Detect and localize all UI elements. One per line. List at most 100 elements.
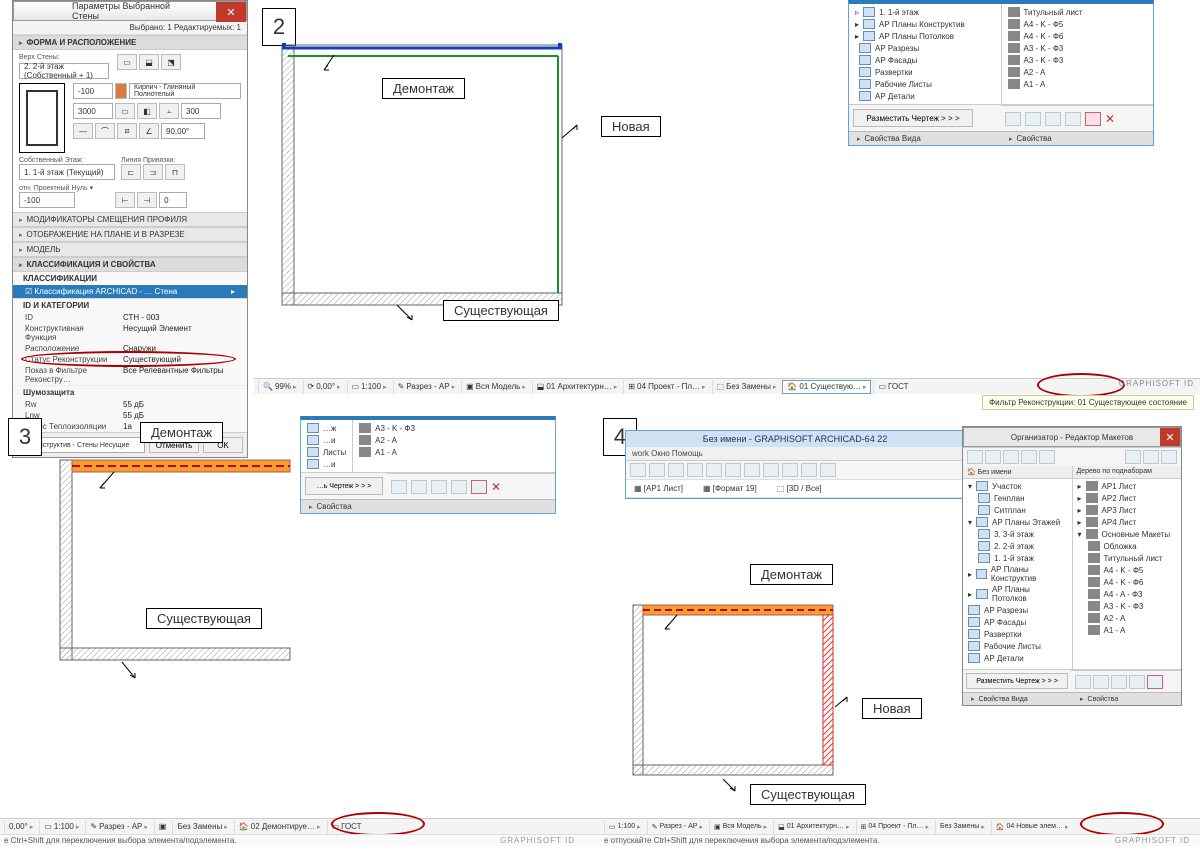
material-swatch[interactable] <box>115 83 127 99</box>
geom-icon[interactable]: ⌒ <box>95 123 115 139</box>
tree-item[interactable]: Рабочие Листы <box>851 78 999 90</box>
layout-item[interactable]: A3 - K - Ф3 <box>355 422 553 434</box>
tool-icon[interactable] <box>1161 450 1177 464</box>
delete-icon[interactable] <box>471 480 487 494</box>
tool-icon[interactable] <box>668 463 684 477</box>
layout-item[interactable]: A4 - K - Ф6 <box>1004 30 1152 42</box>
layout-item[interactable]: A4 - A - Ф3 <box>1074 588 1181 600</box>
sb-cut[interactable]: ✎ Разрез - АР ▸ <box>85 820 152 834</box>
tree-item[interactable]: ▸АР Планы Потолков <box>964 584 1071 604</box>
geom-icon[interactable]: — <box>73 123 93 139</box>
geom-icon[interactable]: ◧ <box>137 103 157 119</box>
material-select[interactable]: Кирпич - Глиняный Полнотелый <box>129 83 241 99</box>
layout-item[interactable]: A2 - A <box>1074 612 1181 624</box>
tool-icon[interactable] <box>1021 450 1037 464</box>
section-model[interactable]: МОДЕЛЬ <box>13 242 247 257</box>
tool-icon[interactable] <box>1039 450 1055 464</box>
tree-item[interactable]: 1. 1-й этаж <box>964 552 1071 564</box>
sb-filter[interactable]: 🏠 04 Новые элем… ▸ <box>991 820 1073 834</box>
view-props[interactable]: Свойства Вида <box>963 692 1072 705</box>
sb-model[interactable]: ▣ Вся Модель ▸ <box>709 820 771 834</box>
layout-item[interactable]: ▸АР4 Лист <box>1074 516 1181 528</box>
update-icon[interactable] <box>1045 112 1061 126</box>
sb-repl[interactable]: Без Замены ▸ <box>935 820 989 834</box>
place-drawing-button[interactable]: Разместить Чертеж > > > <box>853 109 973 127</box>
refline-icon[interactable]: ⊢ <box>115 192 135 208</box>
close-icon[interactable]: ✕ <box>1105 112 1115 126</box>
sb-model[interactable]: ▣ Вся Модель ▸ <box>461 380 530 394</box>
layout-item[interactable]: A1 - A <box>355 446 553 458</box>
floor-select[interactable]: 1. 1-й этаж (Текущий) <box>19 164 115 180</box>
prop-func[interactable]: Конструктивная ФункцияНесущий Элемент <box>13 323 247 343</box>
tree-item[interactable]: АР Детали <box>964 652 1071 664</box>
tree-item[interactable]: Развертки <box>964 628 1071 640</box>
sb-icon[interactable]: ▣ <box>154 820 171 834</box>
tree-item[interactable]: АР Разрезы <box>851 42 999 54</box>
geom-icon[interactable]: ▭ <box>115 103 135 119</box>
geom-icon[interactable]: ⧄ <box>117 123 137 139</box>
tree-item[interactable]: …и <box>303 458 350 470</box>
tool-icon[interactable] <box>649 463 665 477</box>
tool-icon[interactable] <box>782 463 798 477</box>
layout-item[interactable]: A4 - K - Ф5 <box>1004 18 1152 30</box>
sb-angle[interactable]: ⟳ 0,00° ▸ <box>303 380 345 394</box>
val-input[interactable]: 3000 <box>73 103 113 119</box>
profile-icon[interactable]: ⬓ <box>139 54 159 70</box>
sb-filter[interactable]: 🏠 01 Существую… ▸ <box>782 380 871 394</box>
tree-item[interactable]: 2. 2-й этаж <box>964 540 1071 552</box>
tool-icon[interactable] <box>706 463 722 477</box>
sb-set[interactable]: ⊞ 04 Проект - Пл… ▸ <box>623 380 709 394</box>
view-properties[interactable]: Свойства Вида <box>849 131 1001 145</box>
thickness-input[interactable]: 300 <box>181 103 221 119</box>
sb-scale[interactable]: ▭ 1:100 ▸ <box>604 820 645 834</box>
prop-filter[interactable]: Показ в Фильтре Реконстру…Все Релевантны… <box>13 365 247 385</box>
sb-view[interactable]: ⬓ 01 Архитектурн… ▸ <box>773 820 853 834</box>
tool-icon[interactable] <box>431 480 447 494</box>
tool-icon[interactable] <box>820 463 836 477</box>
tab[interactable]: ▦ [Формат 19] <box>703 484 757 493</box>
tool-icon[interactable] <box>630 463 646 477</box>
layout-item[interactable]: A4 - K - Ф5 <box>1074 564 1181 576</box>
layout-item[interactable]: A2 - A <box>1004 66 1152 78</box>
tool-icon[interactable] <box>1129 675 1145 689</box>
tree-item[interactable]: АР Детали <box>851 90 999 102</box>
layout-item[interactable]: A1 - A <box>1004 78 1152 90</box>
right-root[interactable]: Дерево по поднаборам <box>1073 466 1182 478</box>
profile-icon[interactable]: ▭ <box>117 54 137 70</box>
tool-icon[interactable] <box>967 450 983 464</box>
tree-item[interactable]: ▾АР Планы Этажей <box>964 516 1071 528</box>
tool-icon[interactable] <box>744 463 760 477</box>
section-form[interactable]: ФОРМА И РАСПОЛОЖЕНИЕ <box>13 35 247 50</box>
sb-repl[interactable]: ⬚ Без Замены ▸ <box>712 380 781 394</box>
layout-item[interactable]: ▸АР1 Лист <box>1074 480 1181 492</box>
tool-icon[interactable] <box>1143 450 1159 464</box>
place-button[interactable]: …ь Чертеж > > > <box>305 477 383 495</box>
section-mod[interactable]: МОДИФИКАТОРЫ СМЕЩЕНИЯ ПРОФИЛЯ <box>13 212 247 227</box>
tree-item[interactable]: ▸АР Планы Конструктив <box>851 18 999 30</box>
tool-icon[interactable] <box>411 480 427 494</box>
classification-row[interactable]: ☑ Классификация ARCHICAD - … Стена▸ <box>13 285 247 298</box>
tool-icon[interactable] <box>687 463 703 477</box>
tree-item[interactable]: Генплан <box>964 492 1071 504</box>
layout-item[interactable]: A3 - K - Ф3 <box>1004 42 1152 54</box>
delete-icon[interactable] <box>1147 675 1163 689</box>
layout-item[interactable]: ▸АР3 Лист <box>1074 504 1181 516</box>
val-input[interactable]: -100 <box>73 83 113 99</box>
tree-item[interactable]: АР Разрезы <box>964 604 1071 616</box>
layout-item[interactable]: A3 - K - Ф3 <box>1074 600 1181 612</box>
delete-icon[interactable] <box>1085 112 1101 126</box>
tree-item[interactable]: Листы <box>303 446 350 458</box>
geom-icon[interactable]: ⫠ <box>159 103 179 119</box>
tree-item[interactable]: ▸АР Планы Конструктив <box>964 564 1071 584</box>
organizer-titlebar[interactable]: Организатор - Редактор Макетов ✕ <box>963 427 1181 447</box>
layout-item[interactable]: ▸АР2 Лист <box>1074 492 1181 504</box>
tool-icon[interactable] <box>1075 675 1091 689</box>
sb-scale[interactable]: ▭ 1:100 ▸ <box>347 380 391 394</box>
layout-item[interactable]: A1 - A <box>1074 624 1181 636</box>
anchor-icon[interactable]: ⊏ <box>121 164 141 180</box>
settings-icon[interactable] <box>1065 112 1081 126</box>
tool-icon[interactable] <box>1125 450 1141 464</box>
tree-item[interactable]: АР Фасады <box>964 616 1071 628</box>
close-icon[interactable]: ✕ <box>491 480 501 494</box>
sb-filter[interactable]: 🏠 02 Демонтируе… ▸ <box>234 820 325 834</box>
